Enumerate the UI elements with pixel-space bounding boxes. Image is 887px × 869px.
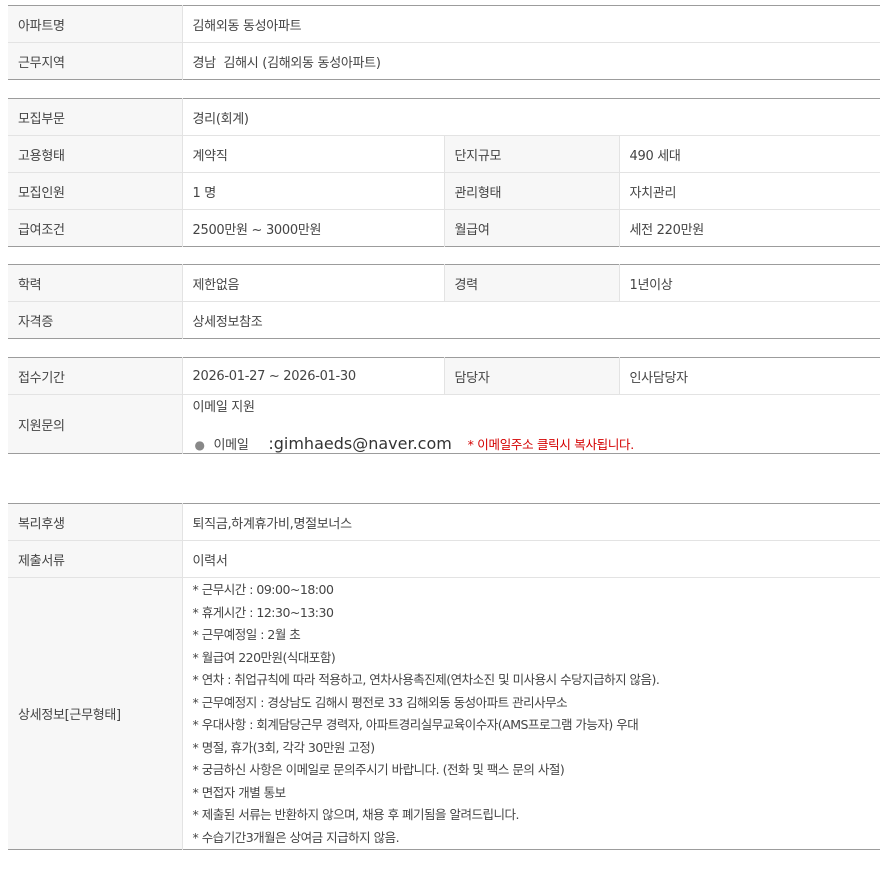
monthly-value: 세전 220만원 bbox=[619, 209, 880, 247]
detail-item: * 연차 : 취업규칙에 따라 적용하고, 연차사용촉진제(연차소진 및 미사용… bbox=[192, 672, 660, 687]
bullet-icon: ● bbox=[194, 438, 205, 452]
complex-size-value: 490 세대 bbox=[619, 135, 880, 173]
salary-label: 급여조건 bbox=[8, 209, 183, 247]
edu-value: 제한없음 bbox=[192, 277, 240, 293]
detail-table: 복리후생 퇴직금,하계휴가비,명절보너스 제출서류 이력서 상세정보[근무형태]… bbox=[8, 503, 880, 850]
recruit-info-table: 모집부문 경리(회계) 고용형태 계약직 단지규모 490 세대 모집인원 1 … bbox=[8, 98, 880, 247]
complex-size-label: 단지규모 bbox=[443, 135, 620, 173]
basic-info-table: 아파트명 김해외동 동성아파트 근무지역 경남 김해시 (김해외동 동성아파트) bbox=[8, 5, 880, 80]
inquiry-row: 지원문의 이메일 지원 ● 이메일 :gimhaeds@naver.com * … bbox=[8, 394, 880, 454]
dept-value: 경리(회계) bbox=[192, 111, 249, 127]
mgmt-type-label: 관리형태 bbox=[443, 172, 620, 210]
region-row: 근무지역 경남 김해시 (김해외동 동성아파트) bbox=[8, 42, 880, 80]
period-label: 접수기간 bbox=[8, 357, 183, 395]
inquiry-label: 지원문의 bbox=[8, 394, 183, 454]
license-row: 자격증 상세정보참조 bbox=[8, 301, 880, 339]
docs-label: 제출서류 bbox=[8, 540, 183, 578]
license-label: 자격증 bbox=[8, 301, 183, 339]
detail-row: 상세정보[근무형태] * 근무시간 : 09:00~18:00 * 휴게시간 :… bbox=[8, 577, 880, 850]
docs-value: 이력서 bbox=[182, 540, 880, 578]
employ-type-value: 계약직 bbox=[182, 135, 444, 173]
region-label: 근무지역 bbox=[8, 42, 183, 80]
career-value: 1년이상 bbox=[629, 277, 673, 293]
contact-value: 인사담당자 bbox=[629, 370, 689, 386]
inquiry-value: 이메일 지원 ● 이메일 :gimhaeds@naver.com * 이메일주소… bbox=[182, 394, 880, 454]
employ-type-label: 고용형태 bbox=[8, 135, 183, 173]
detail-item: * 면접자 개별 통보 bbox=[192, 784, 287, 800]
inquiry-method: 이메일 지원 bbox=[192, 400, 255, 415]
dept-label: 모집부문 bbox=[8, 98, 183, 136]
detail-item: * 근무시간 : 09:00~18:00 bbox=[192, 582, 334, 597]
detail-item: * 근무예정지 : 경상남도 김해시 평전로 33 김해외동 동성아파트 관리사… bbox=[192, 694, 568, 710]
salary-value: 2500만원 ~ 3000만원 bbox=[182, 209, 444, 247]
employ-row: 고용형태 계약직 단지규모 490 세대 bbox=[8, 135, 880, 173]
detail-list: * 근무시간 : 09:00~18:00 * 휴게시간 : 12:30~13:3… bbox=[193, 578, 871, 849]
edu-row: 학력 제한없음 경력 1년이상 bbox=[8, 264, 880, 302]
contact-label: 담당자 bbox=[443, 357, 620, 395]
detail-label: 상세정보[근무형태] bbox=[8, 577, 183, 850]
career-label: 경력 bbox=[443, 264, 620, 302]
edu-label: 학력 bbox=[8, 264, 183, 302]
detail-item: * 근무예정일 : 2월 초 bbox=[192, 627, 301, 642]
detail-item: * 제출된 서류는 반환하지 않으며, 채용 후 폐기됨을 알려드립니다. bbox=[192, 807, 520, 822]
headcount-value: 1 명 bbox=[182, 172, 444, 210]
welfare-row: 복리후생 퇴직금,하계휴가비,명절보너스 bbox=[8, 503, 880, 541]
apt-name-label: 아파트명 bbox=[8, 5, 183, 43]
license-value: 상세정보참조 bbox=[182, 301, 880, 339]
detail-item: * 우대사항 : 회계담당근무 경력자, 아파트경리실무교육이수자(AMS프로그… bbox=[192, 717, 639, 732]
detail-item: * 휴게시간 : 12:30~13:30 bbox=[192, 604, 334, 620]
apt-name-row: 아파트명 김해외동 동성아파트 bbox=[8, 5, 880, 43]
welfare-value: 퇴직금,하계휴가비,명절보너스 bbox=[192, 516, 353, 532]
detail-item: * 월급여 220만원(식대포함) bbox=[192, 649, 336, 665]
dept-row: 모집부문 경리(회계) bbox=[8, 98, 880, 136]
region-value: 경남 김해시 (김해외동 동성아파트) bbox=[182, 42, 880, 80]
email-line: ● 이메일 :gimhaeds@naver.com * 이메일주소 클릭시 복사… bbox=[193, 434, 871, 453]
mgmt-type-value: 자치관리 bbox=[619, 172, 880, 210]
monthly-label: 월급여 bbox=[443, 209, 620, 247]
headcount-label: 모집인원 bbox=[8, 172, 183, 210]
detail-item: * 수습기간3개월은 상여금 지급하지 않음. bbox=[192, 829, 400, 845]
period-row: 접수기간 2026-01-27 ~ 2026-01-30 담당자 인사담당자 bbox=[8, 357, 880, 395]
salary-row: 급여조건 2500만원 ~ 3000만원 월급여 세전 220만원 bbox=[8, 209, 880, 247]
period-value: 2026-01-27 ~ 2026-01-30 bbox=[192, 368, 357, 384]
headcount-row: 모집인원 1 명 관리형태 자치관리 bbox=[8, 172, 880, 210]
email-copy-note: * 이메일주소 클릭시 복사됩니다. bbox=[467, 437, 635, 452]
email-link[interactable]: :gimhaeds@naver.com bbox=[268, 434, 451, 453]
application-table: 접수기간 2026-01-27 ~ 2026-01-30 담당자 인사담당자 지… bbox=[8, 357, 880, 454]
detail-item: * 명절, 휴가(3회, 각각 30만원 고정) bbox=[192, 739, 376, 755]
email-label: 이메일 bbox=[213, 438, 249, 453]
qualification-table: 학력 제한없음 경력 1년이상 자격증 상세정보참조 bbox=[8, 264, 880, 339]
welfare-label: 복리후생 bbox=[8, 503, 183, 541]
apt-name-value: 김해외동 동성아파트 bbox=[192, 18, 302, 34]
detail-item: * 궁금하신 사항은 이메일로 문의주시기 바랍니다. (전화 및 팩스 문의 … bbox=[192, 762, 565, 777]
docs-row: 제출서류 이력서 bbox=[8, 540, 880, 578]
detail-value: * 근무시간 : 09:00~18:00 * 휴게시간 : 12:30~13:3… bbox=[182, 577, 880, 850]
